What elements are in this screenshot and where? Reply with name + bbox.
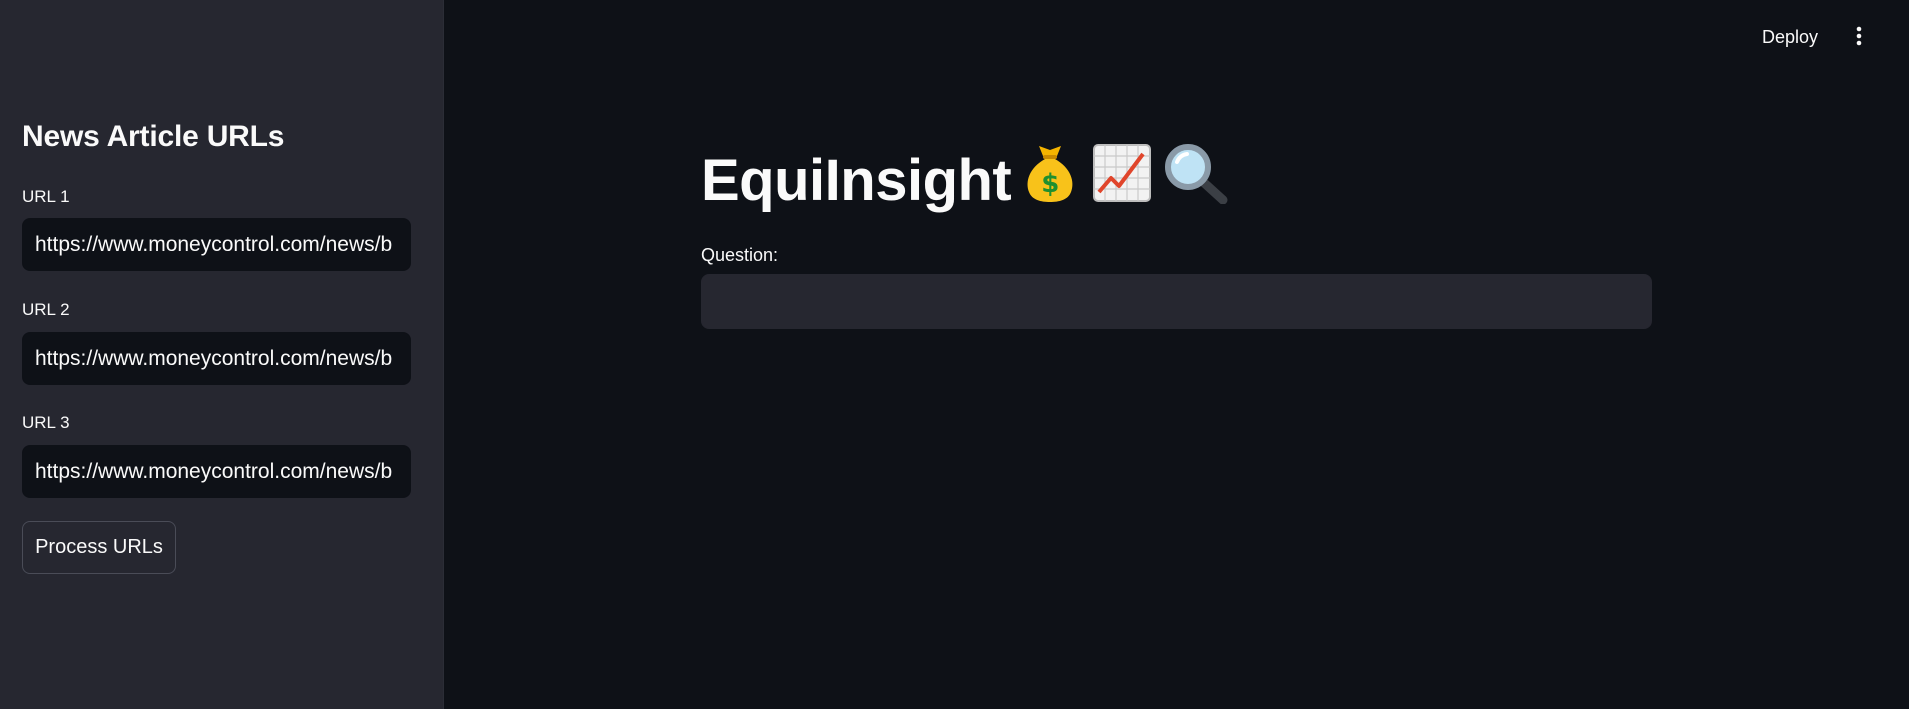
main-menu-button[interactable]	[1845, 18, 1873, 56]
sidebar-title: News Article URLs	[22, 120, 285, 153]
question-label: Question:	[701, 245, 779, 265]
url-2-input[interactable]	[22, 332, 411, 385]
question-input[interactable]	[701, 274, 1652, 329]
url-1-label: URL 1	[22, 187, 70, 206]
kebab-menu-icon	[1856, 26, 1862, 49]
url-2-label: URL 2	[22, 300, 70, 319]
deploy-button[interactable]: Deploy	[1750, 18, 1830, 56]
svg-text:$: $	[1041, 169, 1059, 199]
url-3-input[interactable]	[22, 445, 411, 498]
sidebar: News Article URLs URL 1 URL 2 URL 3 Proc…	[0, 0, 444, 709]
title-icons: $	[1019, 142, 1229, 218]
app: News Article URLs URL 1 URL 2 URL 3 Proc…	[0, 0, 1909, 709]
process-urls-button[interactable]: Process URLs	[22, 521, 176, 574]
page-title-text: EquiInsight	[701, 147, 1012, 213]
url-1-input[interactable]	[22, 218, 411, 271]
magnifying-glass-icon	[1163, 142, 1229, 218]
url-3-label: URL 3	[22, 413, 70, 432]
money-bag-icon: $	[1019, 142, 1081, 218]
page-title: EquiInsight $	[701, 142, 1229, 218]
chart-increasing-icon	[1091, 142, 1153, 218]
